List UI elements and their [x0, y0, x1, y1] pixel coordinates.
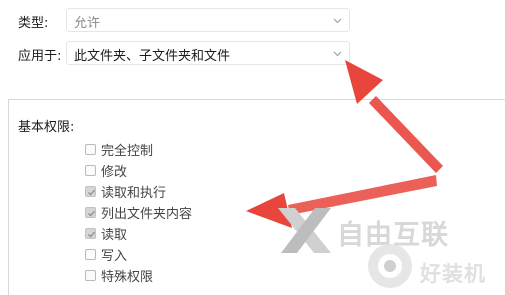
- checkbox-unchecked[interactable]: [85, 269, 96, 281]
- x-logo-icon: [278, 208, 331, 253]
- permission-label: 写入: [101, 248, 128, 264]
- watermark-badge: 好装机: [364, 240, 504, 294]
- checkbox-checked[interactable]: [85, 206, 96, 218]
- type-label: 类型:: [18, 16, 49, 31]
- check-icon: [88, 189, 95, 196]
- permission-row[interactable]: 读取和执行: [85, 182, 167, 201]
- chevron-down-icon: [333, 51, 342, 57]
- permission-label: 修改: [101, 164, 128, 180]
- checkbox-unchecked[interactable]: [85, 248, 96, 260]
- badge-logo-icon: [368, 244, 412, 288]
- permission-label: 读取和执行: [101, 185, 167, 201]
- permission-row[interactable]: 特殊权限: [85, 266, 154, 285]
- top-panel: 类型: 允许 应用于: 此文件夹、子文件夹和文件: [0, 0, 505, 86]
- checkbox-unchecked[interactable]: [85, 164, 96, 176]
- permission-row[interactable]: 读取: [85, 224, 128, 243]
- permission-row[interactable]: 写入: [85, 245, 128, 264]
- basic-permissions-title: 基本权限:: [18, 120, 75, 135]
- badge-text: 好装机: [420, 262, 486, 286]
- apply-to-dropdown-value: 此文件夹、子文件夹和文件: [74, 49, 231, 64]
- permission-row[interactable]: 列出文件夹内容: [85, 203, 193, 222]
- check-icon: [88, 210, 95, 217]
- checkbox-checked[interactable]: [85, 227, 96, 239]
- checkbox-unchecked[interactable]: [85, 143, 96, 155]
- apply-to-dropdown[interactable]: 此文件夹、子文件夹和文件: [66, 41, 350, 65]
- checkbox-checked[interactable]: [85, 185, 96, 197]
- permission-row[interactable]: 修改: [85, 161, 128, 180]
- chevron-down-icon: [333, 18, 342, 24]
- permission-label: 读取: [101, 227, 128, 243]
- type-dropdown[interactable]: 允许: [66, 8, 350, 32]
- type-dropdown-value: 允许: [74, 16, 101, 31]
- permission-label: 完全控制: [101, 143, 154, 159]
- apply-to-label: 应用于:: [18, 49, 62, 64]
- permission-row[interactable]: 完全控制: [85, 140, 154, 159]
- permission-label: 特殊权限: [101, 269, 154, 285]
- check-icon: [88, 231, 95, 238]
- permission-label: 列出文件夹内容: [101, 206, 193, 222]
